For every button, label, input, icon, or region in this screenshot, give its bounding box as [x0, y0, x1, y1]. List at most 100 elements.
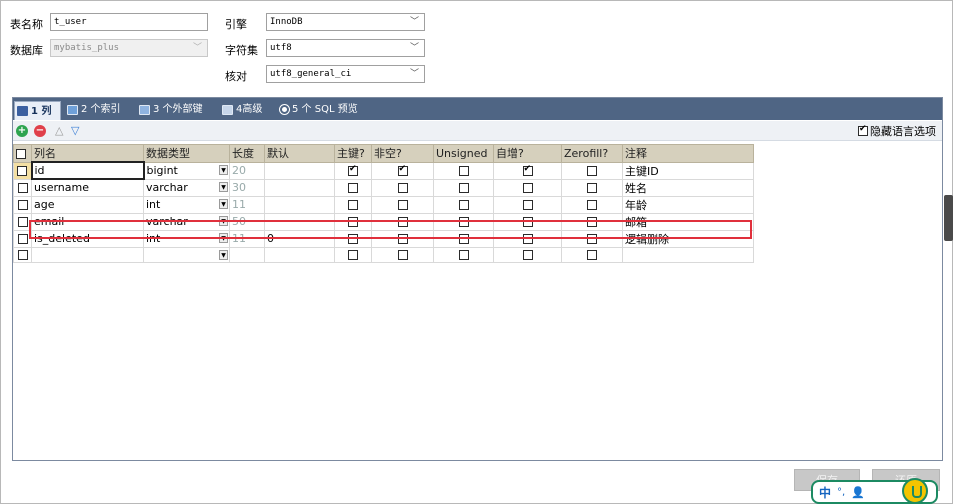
length-cell[interactable]: 20 [229, 161, 265, 180]
header-not-null[interactable]: 非空? [371, 144, 434, 163]
select-all-checkbox[interactable] [16, 148, 26, 159]
zerofill-checkbox[interactable] [587, 166, 597, 176]
header-length[interactable]: 长度 [229, 144, 265, 163]
person-icon[interactable]: 👤 [851, 486, 865, 499]
length-cell[interactable] [229, 246, 265, 263]
table-row[interactable]: age int ▼ 11 年龄 [13, 195, 754, 214]
unsigned-checkbox[interactable] [458, 200, 469, 210]
unsigned-checkbox[interactable] [458, 183, 469, 193]
move-down-icon[interactable]: ▽ [71, 124, 79, 137]
row-select-checkbox[interactable] [17, 166, 28, 176]
row-select-cell[interactable] [13, 178, 32, 197]
column-name-cell[interactable] [31, 246, 144, 263]
header-comment[interactable]: 注释 [622, 144, 754, 163]
auto-increment-checkbox[interactable] [522, 183, 533, 193]
zerofill-checkbox[interactable] [587, 250, 597, 260]
default-cell[interactable] [264, 195, 335, 214]
header-auto-increment[interactable]: 自增? [493, 144, 562, 163]
tab-columns[interactable]: 1 列 [14, 101, 61, 120]
default-cell[interactable] [264, 178, 335, 197]
header-unsigned[interactable]: Unsigned [433, 144, 494, 163]
comment-cell[interactable]: 主键ID [622, 161, 754, 180]
foreign-key-icon [139, 104, 150, 115]
auto-increment-checkbox[interactable] [522, 164, 533, 176]
side-panel-handle[interactable] [944, 195, 953, 241]
primary-key-checkbox[interactable] [348, 250, 358, 260]
table-row[interactable]: username varchar ▼ 30 姓名 [13, 178, 754, 197]
charset-select[interactable]: utf8 ﹀ [266, 39, 425, 57]
header-primary-key[interactable]: 主键? [334, 144, 372, 163]
unsigned-cell [433, 178, 494, 197]
comment-cell[interactable] [622, 246, 754, 263]
row-select-checkbox[interactable] [17, 217, 28, 227]
row-select-cell[interactable] [13, 246, 32, 263]
default-cell[interactable] [264, 246, 335, 263]
not-null-checkbox[interactable] [397, 183, 408, 193]
row-select-checkbox[interactable] [17, 250, 28, 260]
add-row-icon[interactable]: + [16, 125, 28, 137]
auto-increment-checkbox[interactable] [522, 250, 533, 260]
data-type-cell[interactable]: int ▼ [143, 195, 230, 214]
hide-language-checkbox[interactable] [858, 124, 868, 136]
unsigned-checkbox[interactable] [458, 250, 469, 260]
column-name-cell[interactable]: id [30, 161, 145, 180]
tab-indexes[interactable]: 2 个索引 [65, 100, 123, 119]
not-null-checkbox[interactable] [397, 250, 408, 260]
row-select-cell[interactable] [13, 195, 32, 214]
not-null-checkbox[interactable] [397, 200, 408, 210]
remove-row-icon[interactable]: − [34, 125, 46, 137]
auto-increment-checkbox[interactable] [522, 200, 533, 210]
table-name-input[interactable]: t_user [50, 13, 208, 31]
data-type-value: varchar [146, 181, 188, 194]
header-default[interactable]: 默认 [264, 144, 335, 163]
data-type-cell[interactable]: varchar ▼ [143, 178, 230, 197]
comment-cell[interactable]: 年龄 [622, 195, 754, 214]
chevron-down-icon[interactable]: ▼ [219, 164, 228, 175]
chevron-down-icon[interactable]: ▼ [219, 181, 228, 192]
header-data-type[interactable]: 数据类型 [143, 144, 230, 163]
zerofill-checkbox[interactable] [587, 200, 597, 210]
collation-select[interactable]: utf8_general_ci ﹀ [266, 65, 425, 83]
unsigned-checkbox[interactable] [458, 166, 469, 176]
column-name-cell[interactable]: username [31, 178, 144, 197]
ime-logo-icon[interactable] [902, 478, 928, 504]
engine-select[interactable]: InnoDB ﹀ [266, 13, 425, 31]
chevron-down-icon: ﹀ [409, 69, 419, 79]
header-zerofill[interactable]: Zerofill? [561, 144, 623, 163]
tab-foreign-keys[interactable]: 3 个外部键 [137, 100, 205, 119]
header-column-name[interactable]: 列名 [31, 144, 144, 163]
default-cell[interactable] [264, 161, 335, 180]
length-cell[interactable]: 30 [229, 178, 265, 197]
chevron-down-icon[interactable]: ▼ [219, 198, 228, 209]
table-row[interactable]: ▼ [13, 246, 754, 263]
length-cell[interactable]: 11 [229, 195, 265, 214]
data-type-cell[interactable]: ▼ [143, 246, 230, 263]
row-select-cell[interactable] [13, 161, 32, 180]
unsigned-cell [433, 195, 494, 214]
primary-key-checkbox[interactable] [348, 164, 358, 176]
not-null-checkbox[interactable] [397, 164, 408, 176]
table-row[interactable]: idbigint ▼20 主键ID [13, 161, 754, 180]
chevron-down-icon[interactable]: ▼ [219, 249, 228, 260]
ime-mode-indicator[interactable]: 中 [819, 484, 831, 501]
data-type-cell[interactable]: bigint ▼ [143, 161, 230, 180]
tab-advanced[interactable]: 4高级 [220, 100, 264, 119]
collation-label: 核对 [225, 70, 247, 83]
hide-language-option[interactable]: 隐藏语言选项 [858, 123, 936, 139]
primary-key-cell [334, 195, 372, 214]
column-name-cell[interactable]: age [31, 195, 144, 214]
move-up-icon[interactable]: △ [55, 124, 63, 137]
zerofill-checkbox[interactable] [587, 183, 597, 193]
row-select-checkbox[interactable] [17, 183, 28, 193]
not-null-cell [371, 195, 434, 214]
comment-cell[interactable]: 姓名 [622, 178, 754, 197]
primary-key-checkbox[interactable] [348, 183, 358, 193]
ime-punctuation-indicator[interactable]: °, [837, 487, 845, 498]
ime-toolbar[interactable]: 中 °, 👤 [811, 478, 938, 504]
select-all-header[interactable] [13, 144, 32, 163]
tab-sql-preview[interactable]: 5 个 SQL 预览 [278, 100, 360, 119]
primary-key-checkbox[interactable] [348, 200, 358, 210]
tab-bar: 1 列 2 个索引 3 个外部键 4高级 5 个 SQL 预览 [13, 98, 942, 120]
row-select-checkbox[interactable] [17, 200, 28, 210]
row-select-checkbox[interactable] [17, 234, 28, 244]
